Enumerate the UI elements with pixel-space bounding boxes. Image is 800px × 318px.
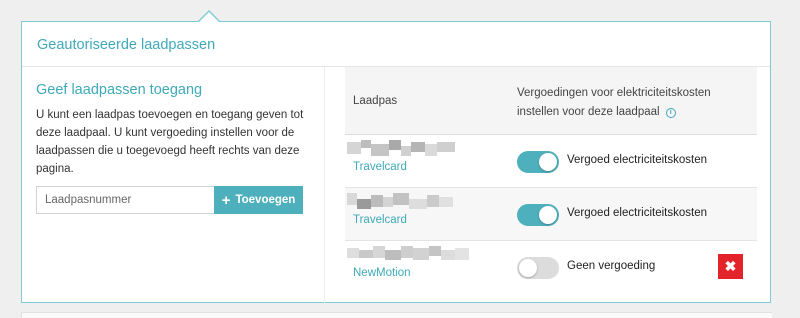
reimburse-toggle-label: Vergoed electriciteitskosten xyxy=(567,207,707,219)
add-card-form: + Toevoegen xyxy=(36,186,303,214)
info-icon[interactable]: i xyxy=(665,108,676,118)
cards-table: Laadpas Vergoedingen voor elektriciteits… xyxy=(345,67,757,293)
table-row: Travelcard Vergoed electriciteitskosten xyxy=(345,188,757,241)
card-brand-link[interactable]: Travelcard xyxy=(353,161,407,173)
grant-access-description: U kunt een laadpas toevoegen en toegang … xyxy=(36,109,304,175)
authorized-cards-panel: Geautoriseerde laadpassen Geef laadpasse… xyxy=(21,21,771,303)
next-panel-edge xyxy=(21,312,772,318)
reimburse-toggle[interactable] xyxy=(517,204,559,226)
plus-icon: + xyxy=(221,191,231,209)
column-header-vergoeding-label: Vergoedingen voor elektriciteitskosten i… xyxy=(517,87,711,118)
reimburse-toggle-label: Geen vergoeding xyxy=(567,260,656,272)
column-header-vergoeding: Vergoedingen voor elektriciteitskosten i… xyxy=(517,84,732,122)
card-brand-link[interactable]: Travelcard xyxy=(353,214,407,226)
add-card-button-label: Toevoegen xyxy=(235,194,296,206)
panel-title: Geautoriseerde laadpassen xyxy=(37,37,216,53)
close-icon: ✖ xyxy=(724,258,737,274)
column-header-laadpas: Laadpas xyxy=(353,95,398,107)
column-divider xyxy=(324,67,325,303)
reimburse-toggle-label: Vergoed electriciteitskosten xyxy=(567,154,707,166)
card-number-input[interactable] xyxy=(36,186,214,214)
grant-access-title: Geef laadpassen toegang xyxy=(36,82,203,98)
table-header: Laadpas Vergoedingen voor elektriciteits… xyxy=(345,67,757,135)
grant-access-section: Geef laadpassen toegang U kunt een laadp… xyxy=(36,82,306,178)
toggle-knob xyxy=(539,153,557,171)
add-card-button[interactable]: + Toevoegen xyxy=(214,186,303,214)
table-row: NewMotion Geen vergoeding ✖ xyxy=(345,241,757,293)
reimburse-toggle[interactable] xyxy=(517,151,559,173)
toggle-knob xyxy=(519,259,537,277)
delete-card-button[interactable]: ✖ xyxy=(718,254,743,279)
table-row: Travelcard Vergoed electriciteitskosten xyxy=(345,135,757,188)
card-brand-link[interactable]: NewMotion xyxy=(353,267,411,279)
panel-caret-fill xyxy=(199,12,219,22)
toggle-knob xyxy=(539,206,557,224)
reimburse-toggle[interactable] xyxy=(517,257,559,279)
